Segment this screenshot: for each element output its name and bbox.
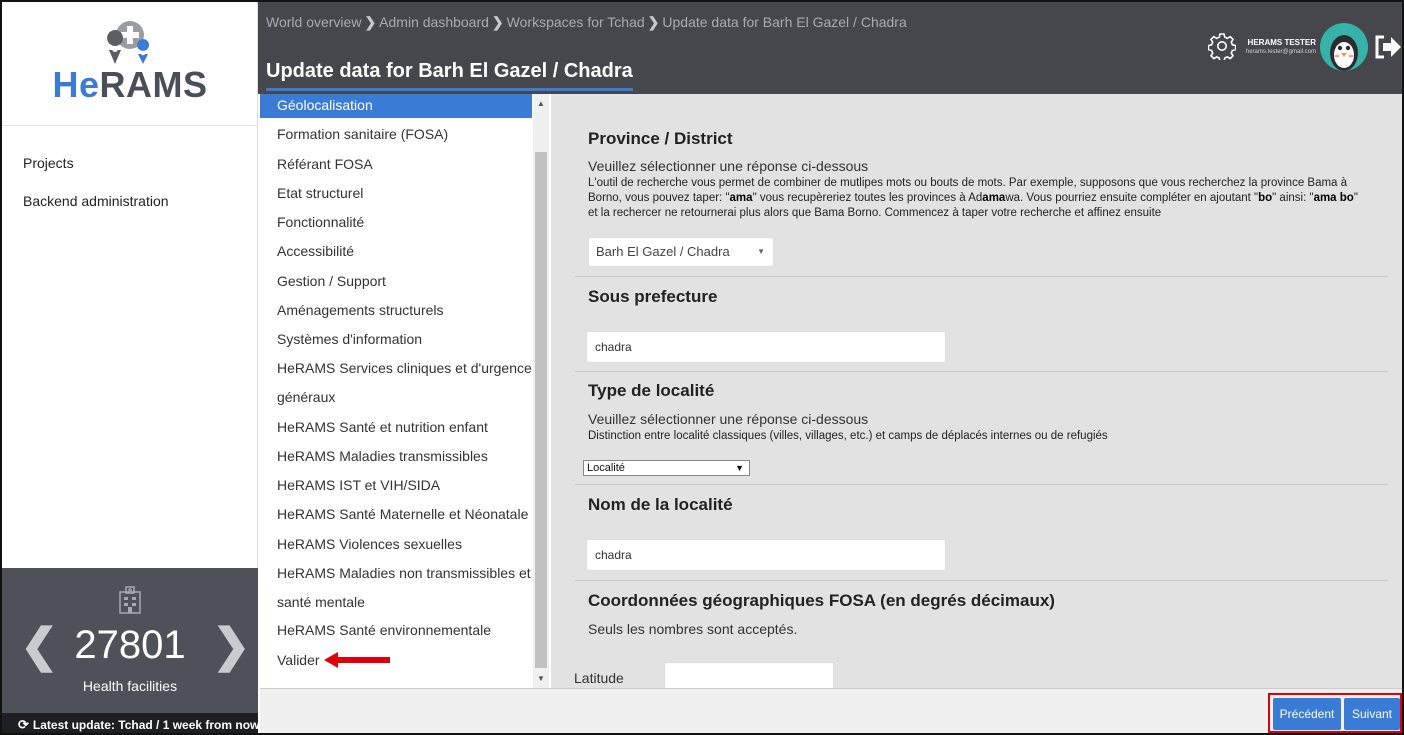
- chevron-right-icon: ❯: [647, 14, 660, 30]
- help-text: " vous recupèreriez toutes les provinces…: [752, 192, 983, 204]
- navigation-buttons-highlight: Précédent Suivant: [1268, 693, 1402, 733]
- section-item-systemes-information[interactable]: Systèmes d'information: [260, 328, 532, 350]
- sous-prefecture-input[interactable]: chadra: [586, 331, 946, 363]
- scrollbar-thumb[interactable]: [535, 152, 547, 668]
- divider: [575, 276, 1388, 277]
- breadcrumb-admin-dashboard[interactable]: Admin dashboard: [379, 14, 489, 30]
- caret-down-icon: ▼: [757, 247, 765, 256]
- survey-form: Province / District Veuillez sélectionne…: [551, 94, 1402, 688]
- section-item-amenagements-structurels[interactable]: Aménagements structurels: [260, 299, 532, 321]
- section-item-fonctionnalite[interactable]: Fonctionnalité: [260, 211, 532, 233]
- help-line-3: et la rechercer ne retournerai plus alor…: [588, 207, 1162, 219]
- last-update-bar: ⟳ Latest update: Tchad / 1 week from now: [2, 713, 260, 733]
- section-item-valider[interactable]: Valider: [260, 649, 532, 671]
- section-item-ist-vih-sida[interactable]: HeRAMS IST et VIH/SIDA: [260, 474, 532, 496]
- previous-button[interactable]: Précédent: [1273, 698, 1341, 730]
- red-arrow-icon: [324, 652, 390, 668]
- nom-localite-input[interactable]: chadra: [586, 539, 946, 571]
- user-email: herams.tester@gmail.com: [1245, 49, 1316, 55]
- divider: [575, 484, 1388, 485]
- section-item-referant-fosa[interactable]: Référant FOSA: [260, 153, 532, 175]
- help-text: " ainsi: ": [1272, 192, 1314, 204]
- section-item-maladies-non-transmissibles-cont[interactable]: santé mentale: [260, 591, 532, 613]
- section-item-maladies-transmissibles[interactable]: HeRAMS Maladies transmissibles: [260, 445, 532, 467]
- sidebar-item-projects[interactable]: Projects: [2, 152, 257, 190]
- help-bold: ama bo: [1313, 192, 1354, 204]
- page-title: Update data for Barh El Gazel / Chadra: [266, 60, 633, 91]
- last-update-text: Latest update: Tchad / 1 week from now: [32, 718, 260, 732]
- refresh-icon: ⟳: [18, 717, 29, 732]
- app-frame: HeRAMS Projects Backend administration ❮…: [0, 0, 1404, 735]
- sidebar: HeRAMS Projects Backend administration ❮…: [2, 2, 260, 733]
- section-item-etat-structurel[interactable]: Etat structurel: [260, 182, 532, 204]
- help-bold: bo: [1258, 192, 1273, 204]
- province-select[interactable]: Barh El Gazel / Chadra ▼: [588, 237, 774, 267]
- section-item-formation-sanitaire[interactable]: Formation sanitaire (FOSA): [260, 123, 532, 145]
- penguin-icon: [1330, 35, 1358, 71]
- next-button[interactable]: Suivant: [1344, 698, 1400, 730]
- section-item-services-cliniques-cont[interactable]: généraux: [260, 386, 532, 408]
- question-nom-localite-title: Nom de la localité: [588, 495, 733, 514]
- help-line-1: L'outil de recherche vous permet de comb…: [588, 177, 1348, 189]
- latitude-input[interactable]: [664, 662, 834, 688]
- logo[interactable]: HeRAMS: [2, 2, 257, 126]
- help-line-2: Borno, vous pouvez taper: "ama" vous rec…: [588, 191, 1388, 206]
- section-item-maladies-non-transmissibles[interactable]: HeRAMS Maladies non transmissibles et: [260, 562, 532, 584]
- help-text: Borno, vous pouvez taper: ": [588, 192, 730, 204]
- sidebar-item-backend-administration[interactable]: Backend administration: [2, 190, 257, 228]
- section-item-geolocalisation[interactable]: Géolocalisation: [260, 94, 532, 118]
- help-bold: ama: [982, 192, 1006, 204]
- facility-stats: ❮ 27801 ❯ Health facilities: [2, 568, 258, 713]
- chevron-right-icon: ❯: [364, 14, 377, 30]
- question-province-title: Province / District: [588, 129, 733, 148]
- type-localite-value: Localité: [587, 462, 625, 474]
- question-type-localite-desc: Veuillez sélectionner une réponse ci-des…: [588, 411, 869, 427]
- section-item-accessibilite[interactable]: Accessibilité: [260, 240, 532, 262]
- help-bold: ama: [729, 192, 753, 204]
- hospital-icon: [119, 586, 141, 614]
- sidebar-nav: Projects Backend administration: [2, 126, 257, 228]
- logo-text: HeRAMS: [52, 64, 208, 105]
- breadcrumb: World overview ❯ Admin dashboard ❯ Workspace…: [266, 14, 907, 31]
- scroll-up-icon[interactable]: ▲: [533, 99, 549, 108]
- form-footer: Précédent Suivant: [260, 688, 1402, 733]
- question-coordonnees-desc: Seuls les nombres sont acceptés.: [588, 621, 798, 637]
- province-select-value: Barh El Gazel / Chadra: [596, 244, 730, 259]
- section-item-sante-environnementale[interactable]: HeRAMS Santé environnementale: [260, 619, 532, 641]
- breadcrumb-current: Update data for Barh El Gazel / Chadra: [662, 14, 907, 30]
- next-arrow-icon[interactable]: ❯: [212, 622, 251, 668]
- help-text: ": [1353, 192, 1358, 204]
- divider: [575, 371, 1388, 372]
- section-item-services-cliniques[interactable]: HeRAMS Services cliniques et d'urgence: [260, 357, 532, 379]
- facility-caption: Health facilities: [82, 678, 178, 694]
- caret-down-icon: ▼: [735, 463, 744, 473]
- avatar[interactable]: [1320, 23, 1368, 71]
- divider: [575, 580, 1388, 581]
- type-localite-select[interactable]: Localité ▼: [583, 460, 750, 476]
- breadcrumb-workspaces[interactable]: Workspaces for Tchad: [507, 14, 645, 30]
- question-type-localite-title: Type de localité: [588, 381, 715, 400]
- question-type-localite-help: Distinction entre localité classiques (v…: [588, 430, 1108, 442]
- chevron-right-icon: ❯: [491, 14, 504, 30]
- logout-icon[interactable]: [1372, 32, 1402, 62]
- question-coordonnees-title: Coordonnées géographiques FOSA (en degré…: [588, 591, 1055, 610]
- breadcrumb-world-overview[interactable]: World overview: [266, 14, 361, 30]
- latitude-label: Latitude: [574, 670, 624, 686]
- scroll-down-icon[interactable]: ▼: [533, 674, 549, 683]
- section-item-sante-nutrition-enfant[interactable]: HeRAMS Santé et nutrition enfant: [260, 416, 532, 438]
- section-list: Géolocalisation Formation sanitaire (FOS…: [260, 94, 549, 688]
- gear-icon[interactable]: [1208, 32, 1236, 60]
- question-province-help: L'outil de recherche vous permet de comb…: [588, 176, 1388, 221]
- section-list-scrollbar[interactable]: ▲ ▼: [533, 94, 549, 688]
- section-item-gestion-support[interactable]: Gestion / Support: [260, 270, 532, 292]
- help-text: wa. Vous pourriez ensuite compléter en a…: [1005, 192, 1259, 204]
- user-name: HERAMS TESTER: [1247, 38, 1316, 47]
- section-item-violences-sexuelles[interactable]: HeRAMS Violences sexuelles: [260, 533, 532, 555]
- herams-pin-icon: [107, 21, 150, 64]
- section-item-sante-maternelle[interactable]: HeRAMS Santé Maternelle et Néonatale: [260, 503, 532, 525]
- top-header: World overview ❯ Admin dashboard ❯ Workspace…: [258, 2, 1402, 94]
- question-province-desc: Veuillez sélectionner une réponse ci-des…: [588, 158, 869, 174]
- question-sous-prefecture-title: Sous prefecture: [588, 287, 718, 306]
